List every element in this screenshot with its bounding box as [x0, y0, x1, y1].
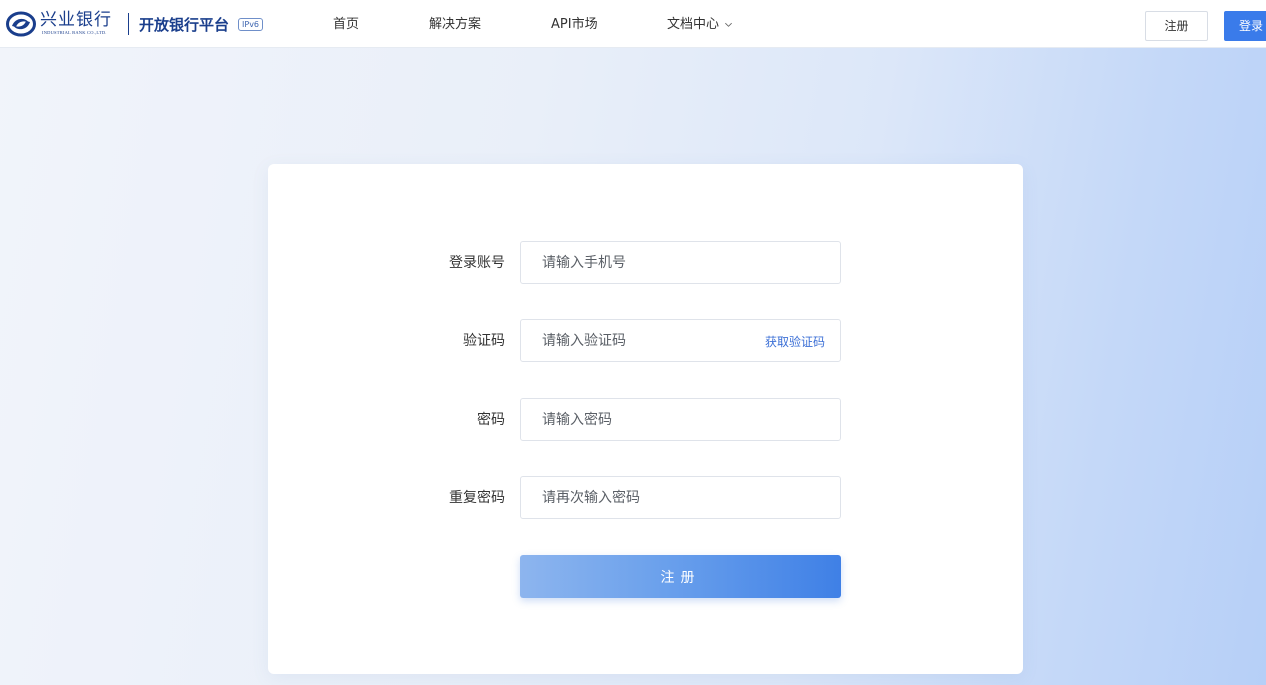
register-button[interactable]: 注册 [1145, 11, 1208, 41]
nav-docs-center[interactable]: 文档中心 [667, 0, 733, 48]
nav-docs-label: 文档中心 [667, 17, 720, 32]
brand-logo[interactable]: 兴业银行 INDUSTRIAL BANK CO.,LTD. 开放银行平台 IPv… [6, 10, 264, 38]
password-input[interactable] [520, 398, 841, 441]
account-label: 登录账号 [449, 255, 505, 271]
nav-solutions[interactable]: 解决方案 [429, 0, 481, 48]
confirm-password-label: 重复密码 [449, 490, 505, 506]
nav-api-market[interactable]: API市场 [551, 0, 598, 48]
bank-swirl-logo-icon [6, 11, 36, 37]
get-code-link[interactable]: 获取验证码 [765, 319, 825, 362]
nav-home[interactable]: 首页 [333, 0, 359, 48]
bank-name-cn: 兴业银行 [40, 10, 112, 30]
ipv6-badge: IPv6 [238, 17, 264, 31]
confirm-password-input[interactable] [520, 476, 841, 519]
chevron-down-icon [725, 22, 732, 27]
bank-name-en: INDUSTRIAL BANK CO.,LTD. [42, 30, 107, 35]
code-label: 验证码 [463, 333, 505, 349]
password-row: 密码 [268, 398, 1023, 441]
top-header: 兴业银行 INDUSTRIAL BANK CO.,LTD. 开放银行平台 IPv… [0, 0, 1266, 48]
account-row: 登录账号 [268, 241, 1023, 284]
confirm-password-row: 重复密码 [268, 476, 1023, 519]
platform-name: 开放银行平台 [139, 15, 230, 34]
login-button[interactable]: 登录 [1224, 11, 1266, 41]
bank-name-block: 兴业银行 INDUSTRIAL BANK CO.,LTD. [40, 10, 122, 38]
password-label: 密码 [477, 412, 505, 428]
register-card: 登录账号 验证码 获取验证码 密码 重复密码 注册 [268, 164, 1023, 674]
logo-divider [128, 13, 129, 35]
phone-input[interactable] [520, 241, 841, 284]
code-row: 验证码 获取验证码 [268, 319, 1023, 362]
submit-register-button[interactable]: 注册 [520, 555, 841, 598]
